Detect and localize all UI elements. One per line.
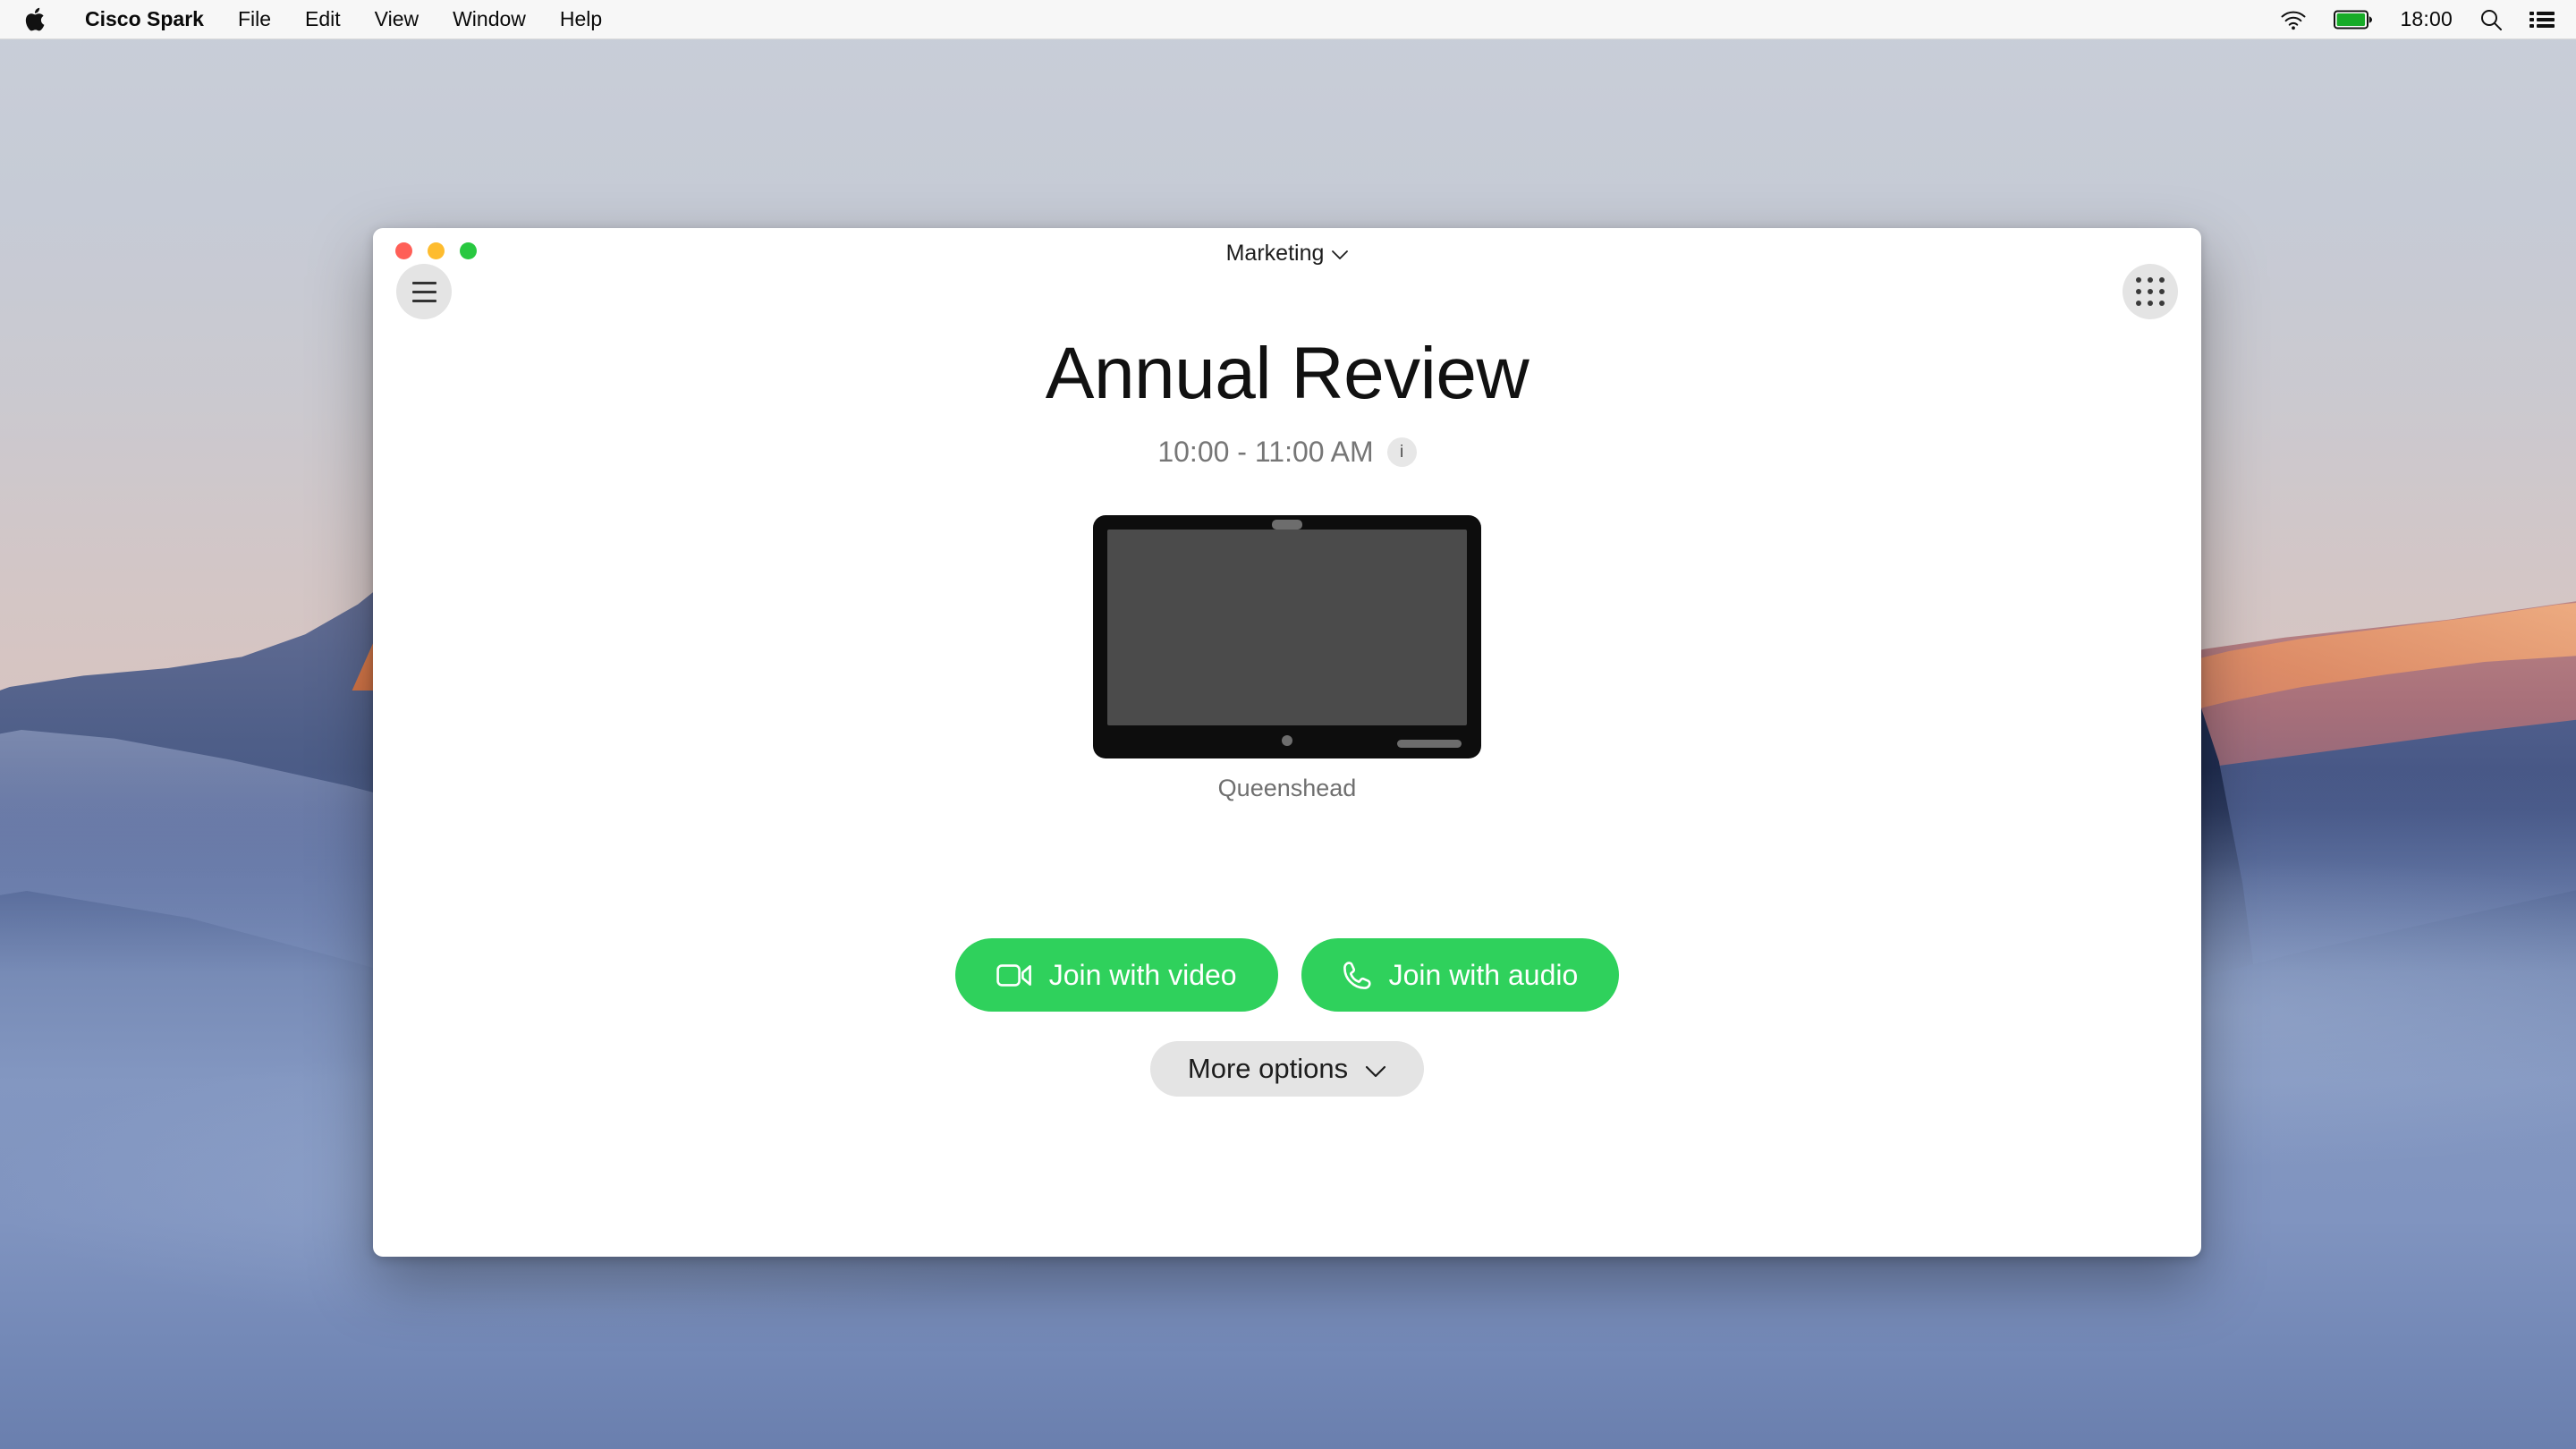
join-actions: Join with video Join with audio — [954, 938, 1620, 1012]
chevron-down-icon — [1332, 250, 1349, 260]
join-with-audio-button[interactable]: Join with audio — [1301, 938, 1620, 1012]
battery-icon[interactable] — [2334, 10, 2373, 30]
menu-file[interactable]: File — [221, 0, 288, 38]
video-camera-icon — [996, 963, 1032, 987]
menu-help[interactable]: Help — [543, 0, 619, 38]
device-screen — [1107, 530, 1467, 725]
device-led-icon — [1282, 735, 1292, 746]
meeting-panel: Annual Review 10:00 - 11:00 AM i Queensh… — [373, 275, 2201, 1257]
menu-app-name[interactable]: Cisco Spark — [68, 0, 221, 38]
meeting-title: Annual Review — [1045, 333, 1530, 414]
device-display-icon — [1093, 515, 1481, 758]
menu-window[interactable]: Window — [436, 0, 543, 38]
search-icon[interactable] — [2479, 8, 2503, 31]
join-with-video-button[interactable]: Join with video — [954, 938, 1278, 1012]
meeting-info-button[interactable]: i — [1386, 437, 1417, 467]
menu-edit[interactable]: Edit — [288, 0, 358, 38]
join-with-audio-label: Join with audio — [1388, 958, 1579, 991]
more-options-button[interactable]: More options — [1149, 1041, 1425, 1097]
phone-handset-icon — [1343, 961, 1372, 990]
menu-view[interactable]: View — [358, 0, 436, 38]
join-with-video-label: Join with video — [1048, 958, 1237, 991]
meeting-time: 10:00 - 11:00 AM — [1157, 436, 1374, 468]
more-options-label: More options — [1187, 1053, 1349, 1084]
cisco-spark-window: Marketing Annual Review 10:00 - 11:00 AM… — [373, 228, 2201, 1257]
menu-bar-clock[interactable]: 18:00 — [2400, 7, 2453, 31]
macos-menu-bar: Cisco Spark File Edit View Window Help 1… — [0, 0, 2576, 39]
device-touch-bar — [1397, 740, 1462, 748]
device-camera-icon — [1272, 520, 1302, 530]
chevron-down-icon — [1365, 1053, 1386, 1085]
control-center-icon[interactable] — [2529, 10, 2555, 30]
device-card[interactable]: Queenshead — [1093, 515, 1481, 802]
space-title-dropdown[interactable]: Marketing — [373, 241, 2201, 267]
space-title-label: Marketing — [1225, 241, 1325, 266]
device-name: Queenshead — [1217, 775, 1357, 801]
meeting-time-row: 10:00 - 11:00 AM i — [1157, 436, 1417, 469]
apple-logo-icon[interactable] — [0, 0, 68, 38]
wifi-icon[interactable] — [2280, 9, 2307, 30]
window-titlebar: Marketing — [373, 228, 2201, 275]
